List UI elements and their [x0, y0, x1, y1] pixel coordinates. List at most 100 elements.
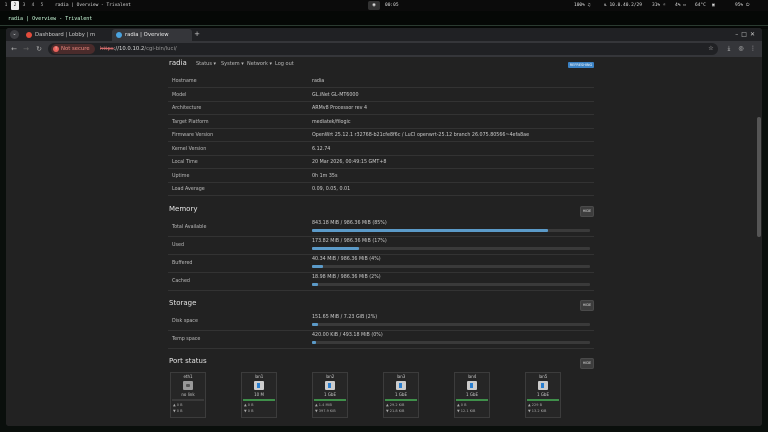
volume-indicator[interactable]: 100% ♫: [574, 0, 590, 11]
system-bar: 1 2 3 4 5 radia | Overview - Trivalent ◉…: [0, 0, 768, 11]
profile-icon[interactable]: ◎: [736, 44, 746, 54]
tab-strip: ⌄ Dashboard | Lobby | m radia | Overview…: [6, 28, 762, 41]
info-row-kernel-version: Kernel Version 6.12.74: [168, 143, 594, 156]
workspace-3[interactable]: 3: [20, 1, 28, 10]
ethernet-port-icon: [325, 381, 335, 390]
temperature-indicator: 64°C: [695, 0, 706, 11]
memory-key: Used: [172, 243, 185, 248]
info-value: GL.iNet GL-MT6000: [312, 92, 359, 98]
port-name: lan4: [467, 374, 477, 379]
url-scheme: https: [100, 46, 114, 52]
storage-key: Temp space: [172, 337, 201, 342]
workspace-5[interactable]: 5: [38, 1, 46, 10]
progress-fill: [312, 323, 318, 326]
progress-track: [312, 247, 590, 250]
info-key: Firmware Version: [172, 133, 214, 138]
bookmark-star-icon[interactable]: ☆: [706, 44, 716, 54]
tab-dashboard[interactable]: Dashboard | Lobby | m: [22, 29, 112, 41]
memory-row-total-available: Total Available 843.18 MiB / 986.36 MiB (…: [168, 219, 594, 237]
arrow-right-icon: →: [23, 45, 29, 53]
terminal-background: [0, 11, 768, 29]
forward-button[interactable]: →: [21, 44, 31, 54]
port-name: eth1: [183, 374, 193, 379]
info-key: Load Average: [172, 187, 205, 192]
info-key: Target Platform: [172, 119, 209, 125]
address-bar[interactable]: ! Not secure https://10.0.10.2/cgi-bin/l…: [48, 43, 718, 55]
chevron-down-icon: ⌄: [12, 31, 17, 37]
port-tx: ▲ 1.4 MiB: [315, 403, 332, 407]
brightness-indicator[interactable]: 31% ☼: [652, 0, 666, 11]
port-rx: ▼ 13.2 KiB: [528, 409, 547, 413]
reload-button[interactable]: ↻: [34, 44, 44, 54]
tab-search-button[interactable]: ⌄: [10, 30, 19, 39]
port-rx: ▼ 397.9 KiB: [315, 409, 336, 413]
info-value: radia: [312, 79, 325, 84]
port-rx: ▼ 12.1 KiB: [457, 409, 476, 413]
luci-brand[interactable]: radia: [169, 59, 187, 67]
memory-value: 843.18 MiB / 986.36 MiB (85%): [312, 221, 387, 226]
port-lan4[interactable]: lan4 1 GbE ▲ 0 B ▼ 12.1 KiB: [454, 372, 490, 418]
port-lan2[interactable]: lan2 1 GbE ▲ 1.4 MiB ▼ 397.9 KiB: [312, 372, 348, 418]
window-controls: –□✕: [735, 28, 758, 41]
security-chip[interactable]: ! Not secure: [51, 44, 95, 54]
progress-fill: [312, 229, 549, 232]
memory-hide-button[interactable]: HIDE: [580, 206, 594, 217]
port-eth1[interactable]: eth1 no link ▲ 0 B ▼ 0 B: [170, 372, 206, 418]
close-icon[interactable]: ✕: [750, 31, 758, 38]
power-indicator[interactable]: 95% ⏻: [735, 0, 749, 11]
browser-window: ⌄ Dashboard | Lobby | m radia | Overview…: [6, 28, 762, 426]
maximize-icon[interactable]: □: [741, 31, 750, 38]
luci-favicon-icon: [116, 32, 122, 38]
tray-eye-icon[interactable]: ◉: [368, 1, 380, 10]
port-lan5[interactable]: lan5 1 GbE ▲ 229 B ▼ 13.2 KiB: [525, 372, 561, 418]
info-key: Model: [172, 92, 187, 98]
port-lan3[interactable]: lan3 1 GbE ▲ 29.2 KiB ▼ 21.8 KiB: [383, 372, 419, 418]
dashboard-favicon-icon: [26, 32, 32, 38]
terminal-title: radia | Overview - Trivalent: [8, 16, 93, 22]
battery-indicator[interactable]: 4% ▭: [675, 0, 686, 11]
memory-row-buffered: Buffered 40.34 MiB / 986.36 MiB (4%): [168, 255, 594, 273]
info-row-local-time: Local Time 20 Mar 2026, 00:49:15 GMT+8: [168, 156, 594, 169]
storage-section-title: Storage: [169, 299, 197, 307]
power-icon: ⏻: [745, 3, 750, 8]
storage-hide-button[interactable]: HIDE: [580, 300, 594, 311]
url-host: ://10.0.10.2: [113, 46, 145, 52]
tab-overview[interactable]: radia | Overview: [112, 29, 192, 41]
port-status-hide-button[interactable]: HIDE: [580, 358, 594, 369]
port-link-bar: [172, 399, 204, 401]
luci-page: radia Status ▾ System ▾ Network ▾ Log ou…: [6, 57, 762, 426]
workspace-1[interactable]: 1: [2, 1, 10, 10]
storage-row-disk-space: Disk space 151.65 MiB / 7.23 GiB (2%): [168, 313, 594, 331]
progress-track: [312, 229, 590, 232]
workspace-4[interactable]: 4: [29, 1, 37, 10]
menu-system[interactable]: System ▾: [221, 61, 244, 67]
reload-icon: ↻: [36, 45, 42, 53]
logout-link[interactable]: Log out: [275, 61, 294, 67]
workspace-2[interactable]: 2: [11, 1, 19, 10]
info-value: mediatek/filogic: [312, 119, 351, 125]
ethernet-port-icon: [396, 381, 406, 390]
info-row-uptime: Uptime 0h 1m 35s: [168, 170, 594, 183]
port-lan1[interactable]: lan1 10 M ▲ 0 B ▼ 0 B: [241, 372, 277, 418]
new-tab-button[interactable]: +: [192, 29, 202, 40]
progress-fill: [312, 283, 318, 286]
menu-status[interactable]: Status ▾: [196, 61, 216, 67]
memory-value: 40.34 MiB / 986.36 MiB (4%): [312, 257, 381, 262]
info-key: Hostname: [172, 79, 197, 84]
back-button[interactable]: ←: [9, 44, 19, 54]
browser-toolbar: ← → ↻ ! Not secure https://10.0.10.2/cgi…: [6, 41, 762, 57]
refreshing-badge[interactable]: REFRESHING: [568, 62, 594, 68]
page-scrollbar[interactable]: [757, 117, 761, 237]
menu-kebab-icon[interactable]: ⋮: [748, 44, 758, 54]
url-text[interactable]: https://10.0.10.2/cgi-bin/luci/: [100, 43, 177, 55]
progress-track: [312, 323, 590, 326]
port-link-bar: [243, 399, 275, 401]
menu-network[interactable]: Network ▾: [247, 61, 272, 67]
download-icon[interactable]: ⤓: [724, 44, 734, 54]
info-row-model: Model GL.iNet GL-MT6000: [168, 89, 594, 102]
port-status-section-title: Port status: [169, 357, 207, 365]
divider: [0, 25, 768, 26]
memory-key: Cached: [172, 279, 190, 284]
progress-track: [312, 265, 590, 268]
network-indicator[interactable]: ⇅ 10.0.40.2/29: [604, 0, 642, 11]
